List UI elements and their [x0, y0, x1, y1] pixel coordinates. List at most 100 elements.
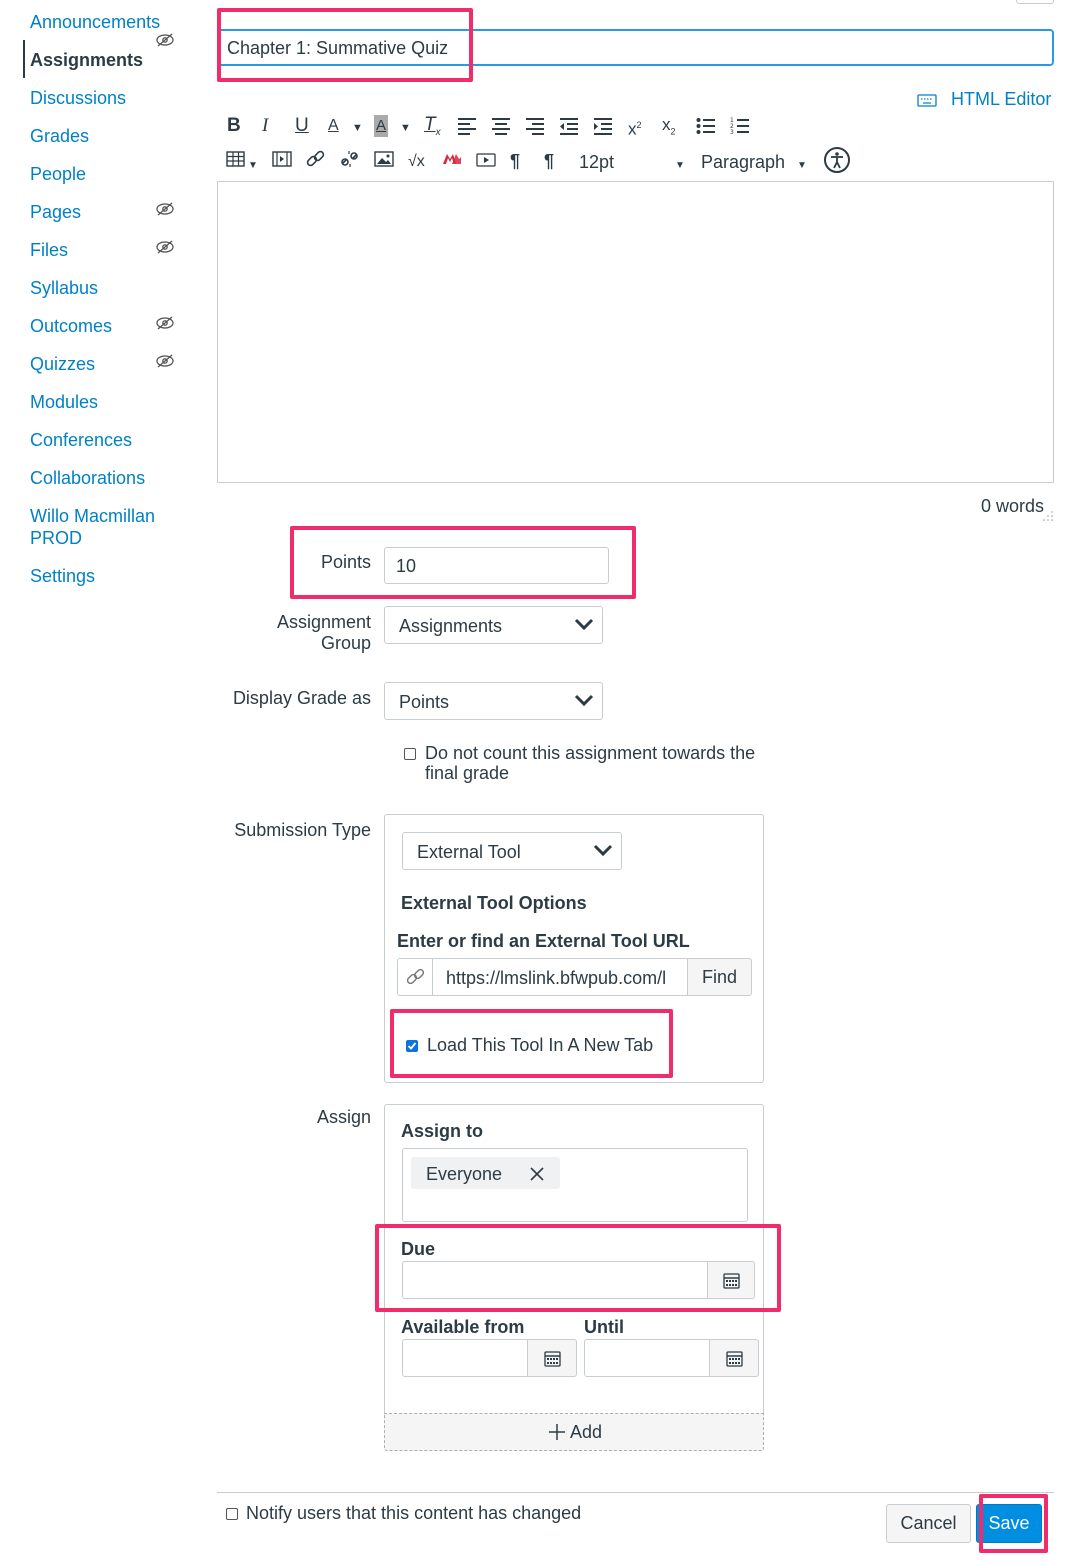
calendar-icon: [723, 1273, 740, 1289]
cancel-button[interactable]: Cancel: [886, 1504, 971, 1543]
notify-users-label: Notify users that this content has chang…: [246, 1503, 582, 1523]
media-icon[interactable]: [272, 151, 292, 167]
nav-pages[interactable]: Pages: [30, 201, 81, 223]
available-from-calendar-button[interactable]: [527, 1339, 577, 1377]
nav-conferences[interactable]: Conferences: [30, 429, 132, 451]
nav-outcomes[interactable]: Outcomes: [30, 315, 112, 337]
new-tab-checkbox[interactable]: [406, 1040, 418, 1052]
nav-quizzes[interactable]: Quizzes: [30, 353, 95, 375]
do-not-count-label: Do not count this assignment towards the…: [425, 743, 755, 783]
align-center-icon[interactable]: [491, 117, 511, 135]
display-grade-select[interactable]: Points: [384, 682, 603, 720]
image-icon[interactable]: [374, 151, 394, 167]
eye-slash-icon: [156, 354, 174, 368]
macmillan-tool-icon[interactable]: [442, 151, 462, 167]
find-button[interactable]: Find: [687, 958, 752, 996]
chevron-down-icon[interactable]: ▼: [248, 155, 258, 177]
link-icon[interactable]: [306, 150, 326, 168]
new-tab-label: Load This Tool In A New Tab: [427, 1035, 654, 1055]
display-grade-label: Display Grade as: [232, 688, 371, 708]
notify-users-checkbox[interactable]: [226, 1508, 238, 1520]
superscript-icon[interactable]: x2: [628, 114, 642, 141]
assignment-title-input[interactable]: Chapter 1: Summative Quiz: [217, 29, 1054, 66]
plus-icon: [549, 1424, 565, 1440]
rich-content-editor-body[interactable]: [217, 181, 1054, 483]
assignee-token: Everyone: [411, 1157, 560, 1189]
due-date-input[interactable]: [402, 1261, 708, 1299]
assignment-group-label: Assignment Group: [230, 612, 371, 654]
text-color-icon[interactable]: A: [328, 115, 339, 137]
points-value: 10: [396, 556, 417, 576]
top-right-control[interactable]: [1016, 0, 1054, 4]
external-tool-url-input[interactable]: https://lmslink.bfwpub.com/l: [432, 958, 688, 996]
assignment-group-select[interactable]: Assignments: [384, 606, 603, 644]
nav-collaborations[interactable]: Collaborations: [30, 467, 145, 489]
outdent-icon[interactable]: [559, 117, 579, 135]
align-left-icon[interactable]: [457, 117, 477, 135]
submission-type-select[interactable]: External Tool: [402, 832, 622, 870]
resize-handle-icon[interactable]: [1042, 510, 1054, 522]
available-from-label: Available from: [401, 1317, 525, 1337]
clear-formatting-icon[interactable]: Tx: [424, 114, 441, 144]
due-calendar-button[interactable]: [707, 1261, 755, 1299]
font-size-select[interactable]: 12pt: [579, 151, 614, 173]
chevron-down-icon[interactable]: ▼: [400, 117, 411, 139]
chevron-down-icon: [593, 844, 613, 857]
numbered-list-icon[interactable]: 123: [730, 117, 750, 135]
underline-icon[interactable]: U: [295, 115, 309, 137]
chevron-down-icon: [574, 618, 594, 631]
align-right-icon[interactable]: [525, 117, 545, 135]
external-tool-url-label: Enter or find an External Tool URL: [397, 931, 690, 951]
add-assignment-override-button[interactable]: Add: [384, 1413, 764, 1451]
check-icon: [407, 1042, 417, 1050]
assignment-group-value: Assignments: [399, 616, 503, 636]
nav-files[interactable]: Files: [30, 239, 68, 261]
rtl-icon[interactable]: ¶: [544, 150, 554, 172]
submission-type-label: Submission Type: [234, 820, 371, 840]
chevron-down-icon[interactable]: ▼: [675, 155, 685, 177]
do-not-count-label-line2: final grade: [425, 763, 510, 783]
eye-slash-icon: [156, 240, 174, 254]
bullet-list-icon[interactable]: [696, 117, 716, 135]
block-format-select[interactable]: Paragraph: [701, 151, 785, 173]
assignee-label: Everyone: [426, 1164, 503, 1184]
bold-icon[interactable]: B: [227, 115, 241, 137]
available-from-input[interactable]: [402, 1339, 528, 1377]
italic-icon[interactable]: I: [262, 115, 268, 137]
external-tool-options-heading: External Tool Options: [401, 893, 587, 913]
equation-icon[interactable]: √x: [408, 151, 425, 173]
nav-modules[interactable]: Modules: [30, 391, 98, 413]
ltr-icon[interactable]: ¶: [510, 150, 520, 172]
link-icon: [406, 968, 425, 985]
calendar-icon: [726, 1351, 743, 1367]
nav-assignments[interactable]: Assignments: [30, 49, 143, 71]
html-editor-label: HTML Editor: [951, 89, 1052, 109]
add-label: Add: [570, 1422, 603, 1442]
chevron-down-icon[interactable]: ▼: [352, 117, 363, 139]
embed-media-icon[interactable]: [476, 152, 496, 168]
nav-announcements[interactable]: Announcements: [30, 11, 160, 33]
table-icon[interactable]: [226, 151, 246, 167]
background-color-icon[interactable]: A: [374, 115, 389, 137]
nav-grades[interactable]: Grades: [30, 125, 89, 147]
save-button[interactable]: Save: [976, 1504, 1042, 1543]
nav-people[interactable]: People: [30, 163, 86, 185]
subscript-icon[interactable]: x2: [662, 114, 676, 142]
until-calendar-button[interactable]: [709, 1339, 759, 1377]
display-grade-value: Points: [399, 692, 450, 712]
until-input[interactable]: [584, 1339, 710, 1377]
indent-icon[interactable]: [593, 117, 613, 135]
accessibility-checker-icon[interactable]: [823, 146, 851, 174]
nav-syllabus[interactable]: Syllabus: [30, 277, 98, 299]
chevron-down-icon: [574, 694, 594, 707]
chevron-down-icon[interactable]: ▼: [797, 155, 807, 177]
nav-settings[interactable]: Settings: [30, 565, 95, 587]
calendar-icon: [544, 1351, 561, 1367]
unlink-icon[interactable]: [340, 150, 360, 168]
eye-slash-icon: [156, 33, 174, 47]
do-not-count-checkbox[interactable]: [404, 748, 416, 760]
points-input[interactable]: 10: [384, 547, 609, 584]
nav-willo-macmillan[interactable]: Willo Macmillan PROD: [30, 505, 180, 549]
close-icon[interactable]: [530, 1167, 544, 1181]
nav-discussions[interactable]: Discussions: [30, 87, 126, 109]
